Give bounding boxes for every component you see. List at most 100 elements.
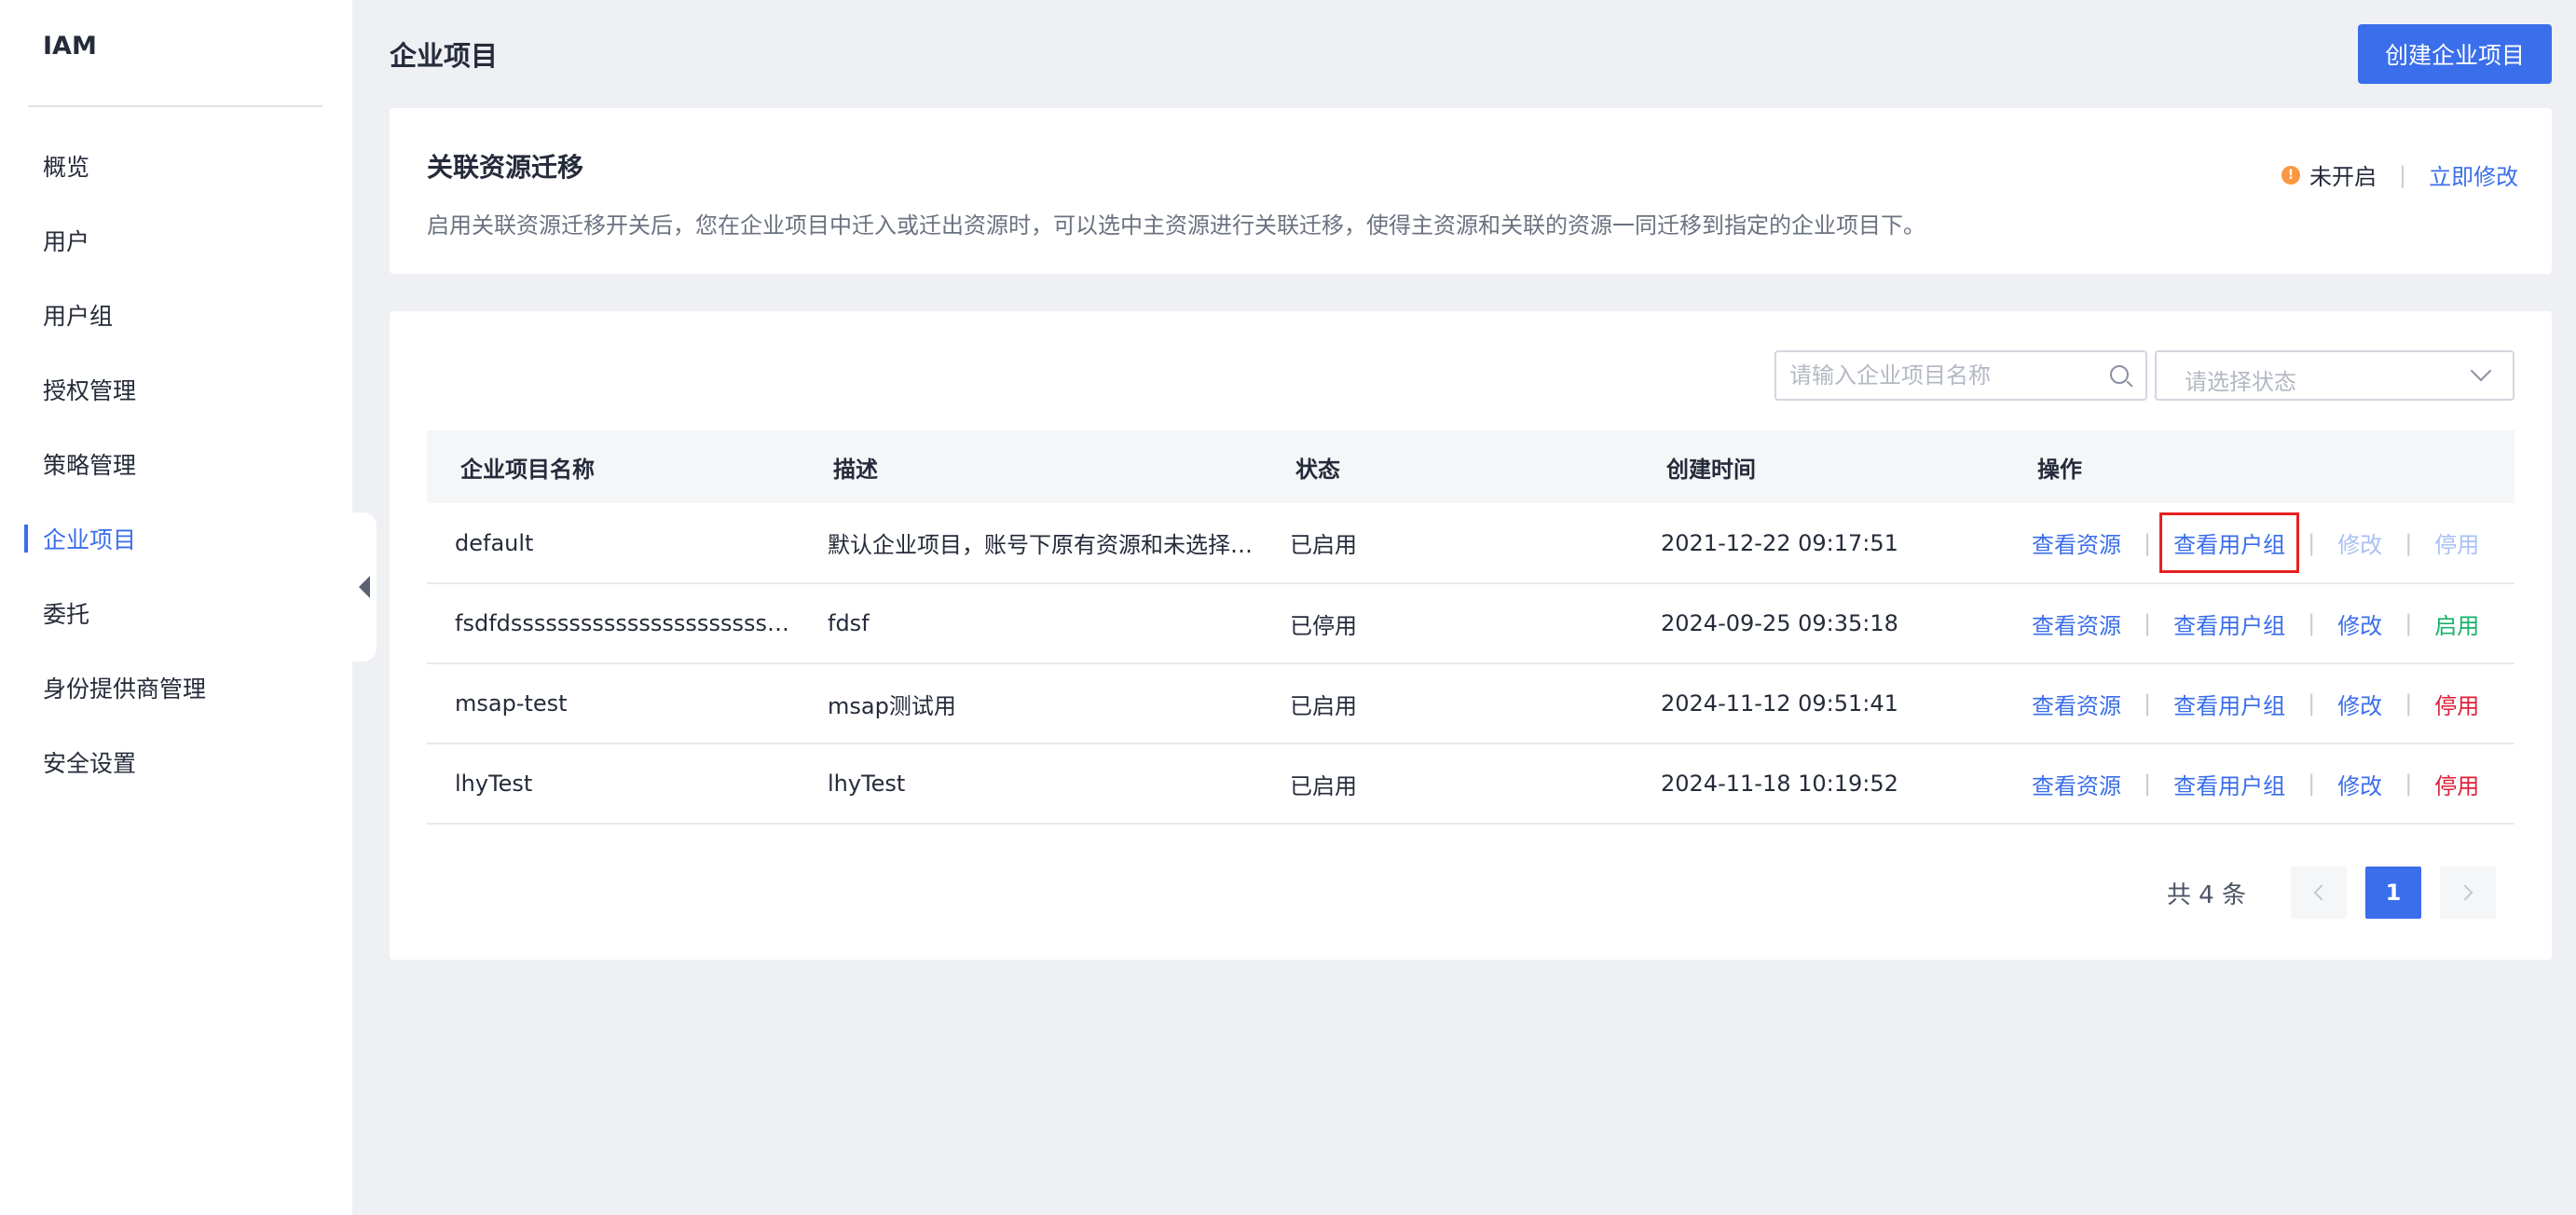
sidebar-item-authorization[interactable]: 授权管理 <box>0 362 352 417</box>
cell-created-time: 2024-11-12 09:51:41 <box>1633 663 2004 744</box>
sidebar-item-label: 概览 <box>43 154 90 181</box>
cell-created-time: 2024-09-25 09:35:18 <box>1633 583 2004 664</box>
table-row: default 默认企业项目，账号下原有资源和未选择企业项目的资源均在默认企业项… <box>427 503 2514 584</box>
separator: | <box>2308 529 2316 556</box>
project-table: 企业项目名称 描述 状态 创建时间 操作 default 默认企业项目，账号下原… <box>427 430 2514 825</box>
cell-created-time: 2021-12-22 09:17:51 <box>1633 503 2004 584</box>
caret-left-icon <box>359 576 370 598</box>
migration-title: 关联资源迁移 <box>427 152 584 183</box>
page-number-current[interactable]: 1 <box>2365 867 2421 919</box>
cell-actions: 查看资源 | 查看用户组 | 修改 | 停用 <box>2004 503 2514 584</box>
total-count-value: 4 <box>2199 881 2214 909</box>
chevron-right-icon <box>2457 884 2473 901</box>
status-select[interactable]: 请选择状态 <box>2155 350 2514 401</box>
migration-description: 启用关联资源迁移开关后，您在企业项目中迁入或迁出资源时，可以选中主资源进行关联迁… <box>427 212 1925 239</box>
sidebar-item-user-groups[interactable]: 用户组 <box>0 287 352 343</box>
cell-project-name: lhyTest <box>427 744 800 825</box>
view-user-groups-link[interactable]: 查看用户组 <box>2173 608 2285 640</box>
view-user-groups-link[interactable]: 查看用户组 <box>2173 768 2285 800</box>
sidebar-item-label: 用户组 <box>43 303 114 330</box>
sidebar-item-label: 用户 <box>43 228 90 255</box>
migration-status: ! 未开启 | 立即修改 <box>2281 158 2518 191</box>
sidebar-item-label: 策略管理 <box>43 452 137 479</box>
sidebar-item-label: 委托 <box>43 601 90 628</box>
disable-link-disabled: 停用 <box>2434 532 2480 558</box>
view-resources-link[interactable]: 查看资源 <box>2032 608 2121 640</box>
edit-link[interactable]: 修改 <box>2337 688 2382 720</box>
cell-description: 默认企业项目，账号下原有资源和未选择企业项目的资源均在默认企业项目内。 <box>800 503 1262 584</box>
view-resources-link[interactable]: 查看资源 <box>2032 526 2121 559</box>
total-count: 共 4 条 <box>2167 876 2246 910</box>
column-header-created: 创建时间 <box>1633 430 2004 503</box>
column-header-status: 状态 <box>1262 430 1633 503</box>
table-row: lhyTest lhyTest 已启用 2024-11-18 10:19:52 … <box>427 744 2514 825</box>
cell-project-name: default <box>427 503 800 584</box>
cell-status: 已启用 <box>1262 503 1633 584</box>
cell-description: fdsf <box>800 583 1262 664</box>
sidebar-divider <box>28 105 322 107</box>
edit-link[interactable]: 修改 <box>2337 768 2382 800</box>
search-input[interactable] <box>1789 352 2097 399</box>
search-field[interactable] <box>1774 350 2147 401</box>
search-icon[interactable] <box>2110 365 2129 384</box>
separator: | <box>2144 771 2152 797</box>
sidebar-item-label: 企业项目 <box>43 526 137 553</box>
table-header-row: 企业项目名称 描述 状态 创建时间 操作 <box>427 430 2514 503</box>
view-resources-link[interactable]: 查看资源 <box>2032 768 2121 800</box>
warning-icon: ! <box>2281 165 2300 184</box>
cell-actions: 查看资源 | 查看用户组 | 修改 | 停用 <box>2004 663 2514 744</box>
column-header-actions: 操作 <box>2004 430 2514 503</box>
separator: | <box>2405 771 2413 797</box>
view-resources-link[interactable]: 查看资源 <box>2032 688 2121 720</box>
create-project-button[interactable]: 创建企业项目 <box>2358 24 2552 84</box>
separator: | <box>2144 610 2152 636</box>
brand-title: IAM <box>43 32 97 61</box>
sidebar-collapse-button[interactable] <box>352 512 377 662</box>
separator: | <box>2144 529 2152 556</box>
table-row: msap-test msap测试用 已启用 2024-11-12 09:51:4… <box>427 663 2514 744</box>
column-header-description: 描述 <box>800 430 1262 503</box>
enable-link[interactable]: 启用 <box>2434 608 2479 640</box>
migration-card: 关联资源迁移 启用关联资源迁移开关后，您在企业项目中迁入或迁出资源时，可以选中主… <box>390 108 2552 274</box>
cell-actions: 查看资源 | 查看用户组 | 修改 | 启用 <box>2004 583 2514 664</box>
column-header-name: 企业项目名称 <box>427 430 800 503</box>
cell-project-name: msap-test <box>427 663 800 744</box>
disable-link[interactable]: 停用 <box>2434 768 2479 800</box>
sidebar-item-agencies[interactable]: 委托 <box>0 585 352 641</box>
active-indicator <box>24 525 28 553</box>
next-page-button[interactable] <box>2440 867 2496 919</box>
separator: | <box>2399 161 2407 188</box>
separator: | <box>2405 610 2413 636</box>
separator: | <box>2405 529 2413 556</box>
sidebar-item-identity-providers[interactable]: 身份提供商管理 <box>0 660 352 716</box>
cell-project-name: fsdfdsssssssssssssssssssssssssss <box>427 583 800 664</box>
cell-status: 已停用 <box>1262 583 1633 664</box>
edit-now-link[interactable]: 立即修改 <box>2429 158 2518 191</box>
prev-page-button[interactable] <box>2291 867 2347 919</box>
view-user-groups-link[interactable]: 查看用户组 <box>2159 512 2300 573</box>
edit-link[interactable]: 修改 <box>2337 608 2382 640</box>
sidebar-item-label: 身份提供商管理 <box>43 676 207 703</box>
edit-link-disabled: 修改 <box>2337 532 2383 558</box>
cell-description: lhyTest <box>800 744 1262 825</box>
app-root: IAM 概览 用户 用户组 授权管理 策略管理 企业项目 委托 身份提供商管理 … <box>0 0 2576 1215</box>
sidebar-item-label: 安全设置 <box>43 750 137 777</box>
page-title: 企业项目 <box>390 40 499 72</box>
sidebar-item-security-settings[interactable]: 安全设置 <box>0 734 352 790</box>
disable-link[interactable]: 停用 <box>2434 688 2479 720</box>
sidebar-item-users[interactable]: 用户 <box>0 212 352 268</box>
sidebar-item-policies[interactable]: 策略管理 <box>0 436 352 492</box>
separator: | <box>2308 610 2316 636</box>
cell-status: 已启用 <box>1262 663 1633 744</box>
sidebar-item-enterprise-projects[interactable]: 企业项目 <box>0 511 352 567</box>
chevron-left-icon <box>2313 884 2330 901</box>
status-select-placeholder: 请选择状态 <box>2185 369 2296 395</box>
chevron-down-icon <box>2470 360 2492 382</box>
cell-status: 已启用 <box>1262 744 1633 825</box>
project-table-card: 请选择状态 企业项目名称 描述 状态 创建时间 操作 default <box>390 311 2552 960</box>
view-user-groups-link[interactable]: 查看用户组 <box>2173 688 2285 720</box>
sidebar-item-overview[interactable]: 概览 <box>0 138 352 194</box>
cell-actions: 查看资源 | 查看用户组 | 修改 | 停用 <box>2004 744 2514 825</box>
separator: | <box>2405 690 2413 717</box>
table-row: fsdfdsssssssssssssssssssssssssss fdsf 已停… <box>427 583 2514 664</box>
